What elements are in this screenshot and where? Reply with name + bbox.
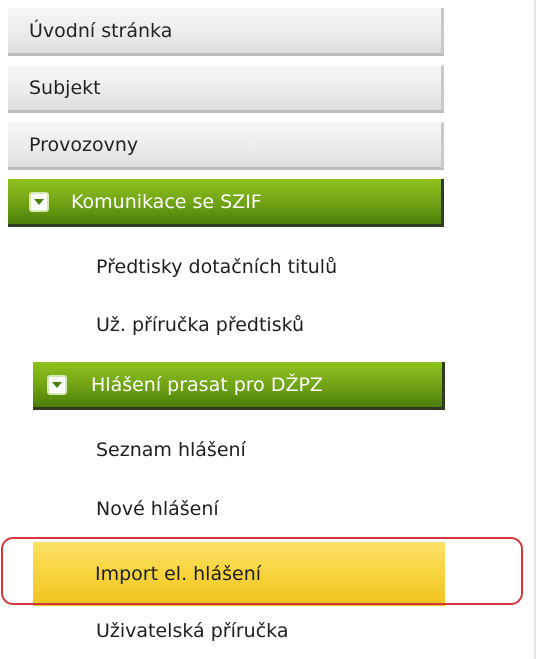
link-nove-hlaseni[interactable]: Nové hlášení — [96, 498, 219, 520]
link-uzivatelska-prirucka[interactable]: Uživatelská příručka — [96, 620, 288, 642]
navigation-page: Úvodní stránka Subjekt Provozovny Komuni… — [0, 0, 538, 659]
nav-item-label: Provozovny — [29, 134, 139, 156]
link-import-el-hlaseni[interactable]: Import el. hlášení — [33, 542, 445, 606]
subsection-label: Hlášení prasat pro DŽPZ — [91, 373, 323, 396]
subsection-hlaseni-prasat-pro-dzpz[interactable]: Hlášení prasat pro DŽPZ — [33, 362, 445, 410]
nav-item-subjekt[interactable]: Subjekt — [8, 65, 444, 113]
content-divider — [534, 0, 536, 659]
nav-item-label: Úvodní stránka — [29, 19, 173, 42]
chevron-down-icon[interactable] — [29, 191, 49, 212]
section-label: Komunikace se SZIF — [71, 190, 262, 213]
link-uz-prirucka-predtisku[interactable]: Už. příručka předtisků — [96, 314, 304, 336]
nav-item-provozovny[interactable]: Provozovny — [8, 122, 444, 170]
nav-item-label: Subjekt — [29, 77, 101, 99]
link-predtisky-dotacnich-titulu[interactable]: Předtisky dotačních titulů — [96, 256, 337, 278]
chevron-down-icon[interactable] — [47, 374, 67, 395]
nav-item-uvodni-stranka[interactable]: Úvodní stránka — [8, 8, 444, 56]
link-seznam-hlaseni[interactable]: Seznam hlášení — [96, 439, 246, 461]
link-label: Import el. hlášení — [95, 563, 262, 585]
section-komunikace-se-szif[interactable]: Komunikace se SZIF — [8, 179, 444, 227]
